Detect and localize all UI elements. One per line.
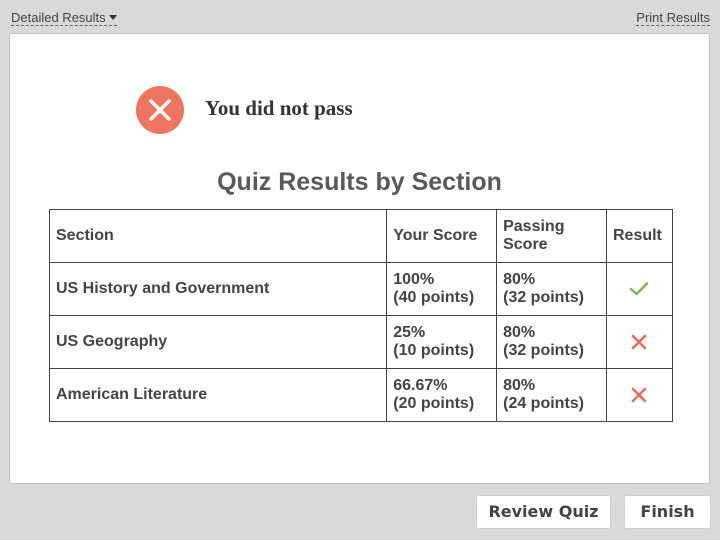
cross-icon: [632, 387, 647, 403]
your-score-percent: 25%: [393, 324, 426, 341]
your-score-points: (20 points): [393, 395, 475, 412]
results-title: Quiz Results by Section: [217, 168, 502, 196]
your-score-percent: 66.67%: [393, 377, 448, 394]
fail-x-circle-icon: [136, 86, 184, 134]
passing-score-points: (32 points): [503, 342, 584, 359]
column-header-your-score: Your Score: [386, 209, 498, 263]
your-score-percent: 100%: [393, 271, 435, 288]
passing-score: 80% (32 points): [496, 315, 607, 369]
review-quiz-button[interactable]: Review Quiz: [476, 495, 611, 529]
status-message: You did not pass: [205, 96, 353, 120]
passing-score-percent: 80%: [503, 271, 536, 288]
column-header-section: Section: [48, 209, 388, 263]
table-row: American Literature 66.67% (20 points) 80…: [48, 368, 674, 422]
your-score: 25% (10 points): [386, 315, 498, 369]
your-score-points: (10 points): [393, 342, 475, 359]
column-header-result: Result: [605, 209, 674, 263]
table-row: US Geography 25% (10 points) 80% (32 point…: [48, 315, 674, 369]
caret-down-icon: [108, 15, 117, 20]
your-score: 66.67% (20 points): [386, 368, 498, 422]
passing-score: 80% (32 points): [496, 262, 607, 316]
cross-icon: [632, 334, 647, 350]
passing-score-points: (24 points): [503, 395, 584, 412]
result-cell: [605, 315, 674, 369]
result-cell: [605, 262, 674, 316]
print-results-link[interactable]: Print Results: [636, 11, 710, 26]
results-panel: You did not pass Quiz Results by Section…: [9, 33, 710, 484]
finish-button[interactable]: Finish: [624, 495, 711, 529]
table-row: US History and Government 100% (40 points…: [48, 262, 674, 316]
detailed-results-label: Detailed Results: [11, 10, 106, 25]
passing-score-percent: 80%: [503, 324, 536, 341]
passing-score-points: (32 points): [503, 289, 584, 306]
detailed-results-dropdown[interactable]: Detailed Results: [11, 11, 117, 26]
passing-score-percent: 80%: [503, 377, 536, 394]
section-name: US History and Government: [48, 262, 388, 316]
checkmark-icon: [630, 282, 649, 296]
table-header-row: Section Your Score Passing Score Result: [48, 209, 674, 263]
passing-score: 80% (24 points): [496, 368, 607, 422]
your-score-points: (40 points): [393, 289, 475, 306]
result-cell: [605, 368, 674, 422]
your-score: 100% (40 points): [386, 262, 498, 316]
section-name: US Geography: [48, 315, 388, 369]
column-header-passing-score: Passing Score: [496, 209, 607, 263]
section-name: American Literature: [48, 368, 388, 422]
results-table: Section Your Score Passing Score Result …: [48, 209, 674, 422]
